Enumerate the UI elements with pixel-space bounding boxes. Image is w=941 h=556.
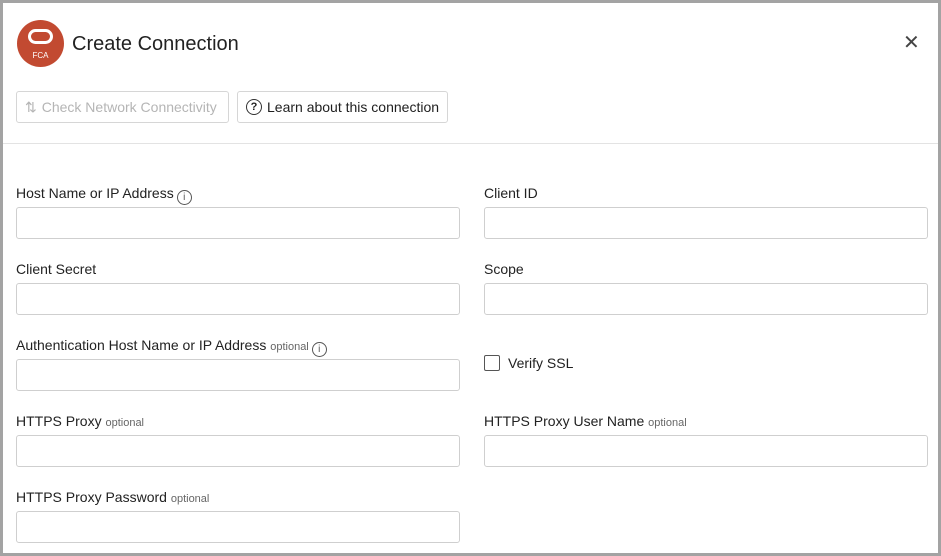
- info-icon[interactable]: i: [176, 190, 192, 205]
- auth-host-input[interactable]: [16, 359, 460, 391]
- close-icon[interactable]: ✕: [903, 33, 920, 53]
- proxy-password-field: HTTPS Proxy Password optional: [16, 489, 460, 543]
- divider: [3, 143, 938, 144]
- info-icon[interactable]: i: [311, 342, 327, 357]
- help-icon: ?: [246, 99, 262, 115]
- create-connection-dialog: FCA Create Connection ✕ ⇅ Check Network C…: [3, 3, 938, 553]
- checkbox-icon[interactable]: [484, 355, 500, 371]
- client-secret-field: Client Secret: [16, 261, 460, 315]
- verify-ssl-checkbox[interactable]: Verify SSL: [484, 355, 573, 371]
- host-input[interactable]: [16, 207, 460, 239]
- auth-host-field: Authentication Host Name or IP Address o…: [16, 337, 460, 391]
- proxy-password-input[interactable]: [16, 511, 460, 543]
- scope-input[interactable]: [484, 283, 928, 315]
- dialog-title: Create Connection: [72, 33, 239, 55]
- host-field: Host Name or IP Address i: [16, 185, 460, 239]
- fca-logo: FCA: [17, 20, 64, 67]
- https-proxy-field: HTTPS Proxy optional: [16, 413, 460, 467]
- check-network-connectivity-button[interactable]: ⇅ Check Network Connectivity: [16, 91, 229, 123]
- client-secret-input[interactable]: [16, 283, 460, 315]
- proxy-user-input[interactable]: [484, 435, 928, 467]
- client-id-input[interactable]: [484, 207, 928, 239]
- learn-about-connection-button[interactable]: ? Learn about this connection: [237, 91, 448, 123]
- https-proxy-input[interactable]: [16, 435, 460, 467]
- network-icon: ⇅: [25, 98, 37, 115]
- client-id-field: Client ID: [484, 185, 928, 239]
- scope-field: Scope: [484, 261, 928, 315]
- proxy-user-field: HTTPS Proxy User Name optional: [484, 413, 928, 467]
